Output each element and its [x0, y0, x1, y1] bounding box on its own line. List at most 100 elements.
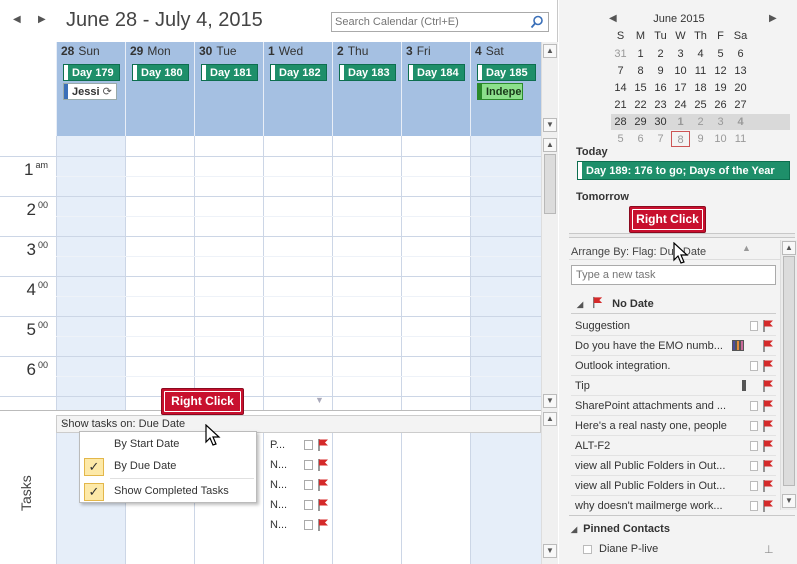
task-day-column[interactable]: [332, 433, 401, 564]
scroll-up-icon[interactable]: ▲: [543, 138, 557, 152]
allday-scrollbar[interactable]: ▲ ▼: [541, 42, 558, 136]
day-column[interactable]: [332, 136, 401, 410]
task-list-item[interactable]: Suggestion: [571, 316, 776, 336]
mini-next-month-icon[interactable]: ▶: [769, 13, 777, 24]
mini-day[interactable]: 25: [691, 97, 710, 113]
sort-ascending-icon[interactable]: ▲: [742, 243, 751, 253]
category-box[interactable]: [750, 441, 758, 451]
mini-week-row[interactable]: 14 15 16 17 18 19 20: [611, 80, 790, 96]
day-header-thu[interactable]: 2 Thu Day 183: [332, 42, 401, 136]
new-task-input[interactable]: [572, 266, 772, 284]
scroll-up-icon[interactable]: ▲: [543, 412, 557, 426]
all-day-event[interactable]: Day 183: [339, 64, 396, 81]
mini-day[interactable]: 4: [731, 114, 750, 130]
all-day-event[interactable]: Day 185: [477, 64, 536, 81]
daily-task-item[interactable]: N...: [270, 457, 336, 473]
task-checkbox[interactable]: [304, 500, 313, 510]
day-header-sat[interactable]: 4 Sat Day 185 Indepe: [470, 42, 541, 136]
new-task-box[interactable]: [571, 265, 776, 285]
tasks-scrollbar[interactable]: ▲ ▼: [541, 410, 558, 564]
mini-day[interactable]: 15: [631, 80, 650, 96]
flag-icon[interactable]: [316, 438, 330, 452]
mini-day[interactable]: 19: [711, 80, 730, 96]
day-column[interactable]: [194, 136, 263, 410]
flag-icon[interactable]: [316, 478, 330, 492]
mini-day[interactable]: 18: [691, 80, 710, 96]
flag-icon[interactable]: [761, 439, 775, 453]
task-checkbox[interactable]: [304, 480, 313, 490]
mini-week-row[interactable]: 31 1 2 3 4 5 6: [611, 46, 790, 62]
mini-day[interactable]: 6: [731, 46, 750, 62]
mini-day[interactable]: 5: [711, 46, 730, 62]
mini-day[interactable]: 11: [691, 63, 710, 79]
mini-day[interactable]: 7: [651, 131, 670, 147]
task-day-column[interactable]: [470, 433, 541, 564]
scroll-thumb[interactable]: [544, 154, 556, 214]
all-day-event-holiday[interactable]: Indepe: [477, 83, 523, 100]
chevron-down-icon[interactable]: ⌄: [61, 417, 536, 428]
task-day-column[interactable]: [401, 433, 470, 564]
pinned-contacts-header[interactable]: ◢ Pinned Contacts: [571, 523, 670, 535]
daily-task-item[interactable]: N...: [270, 517, 336, 533]
mini-day[interactable]: 9: [651, 63, 670, 79]
pin-icon[interactable]: ⊥: [764, 543, 774, 556]
scroll-down-icon[interactable]: ▼: [782, 494, 796, 508]
menu-item-show-completed-tasks[interactable]: ✓ Show Completed Tasks: [80, 481, 256, 503]
contact-checkbox[interactable]: [583, 545, 592, 554]
task-list-item[interactable]: Tip: [571, 376, 776, 396]
all-day-event-recurring[interactable]: Jessi ⟳: [63, 83, 117, 100]
mini-week-row[interactable]: 21 22 23 24 25 26 27: [611, 97, 790, 113]
category-box[interactable]: [750, 501, 758, 511]
collapse-triangle-icon[interactable]: ◢: [577, 300, 583, 309]
more-items-down-icon[interactable]: ▼: [315, 395, 324, 405]
mini-day[interactable]: 3: [671, 46, 690, 62]
flag-icon[interactable]: [761, 479, 775, 493]
mini-day[interactable]: 22: [631, 97, 650, 113]
day-header-wed[interactable]: 1 Wed Day 182: [263, 42, 332, 136]
mini-day[interactable]: 20: [731, 80, 750, 96]
day-column[interactable]: [56, 136, 125, 410]
mini-day[interactable]: 16: [651, 80, 670, 96]
mini-day[interactable]: 10: [671, 63, 690, 79]
day-header-mon[interactable]: 29 Mon Day 180: [125, 42, 194, 136]
day-header-tue[interactable]: 30 Tue Day 181: [194, 42, 263, 136]
search-box[interactable]: [331, 12, 549, 32]
mini-day[interactable]: 6: [631, 131, 650, 147]
task-list-item[interactable]: Do you have the EMO numb...: [571, 336, 776, 356]
mini-day[interactable]: 21: [611, 97, 630, 113]
time-grid[interactable]: 1 am 2 00 3 00 4 00 5 00 6 00 ▼: [0, 136, 542, 410]
scroll-down-icon[interactable]: ▼: [543, 394, 557, 408]
task-list-item[interactable]: view all Public Folders in Out...: [571, 456, 776, 476]
mini-day[interactable]: 3: [711, 114, 730, 130]
mini-day[interactable]: 1: [631, 46, 650, 62]
mini-day[interactable]: 10: [711, 131, 730, 147]
mini-day[interactable]: 2: [691, 114, 710, 130]
day-column[interactable]: [263, 136, 332, 410]
mini-day[interactable]: 29: [631, 114, 650, 130]
category-box[interactable]: [750, 481, 758, 491]
scroll-up-icon[interactable]: ▲: [543, 44, 557, 58]
menu-item-by-start-date[interactable]: By Start Date: [80, 434, 256, 456]
task-list-item[interactable]: why doesn't mailmerge work...: [571, 496, 776, 516]
mini-day[interactable]: 30: [651, 114, 670, 130]
day-header-sun[interactable]: 28 Sun Day 179 Jessi ⟳: [56, 42, 125, 136]
today-event[interactable]: Day 189: 176 to go; Days of the Year: [577, 161, 790, 180]
mini-day[interactable]: 24: [671, 97, 690, 113]
mini-day[interactable]: 9: [691, 131, 710, 147]
time-grid-scrollbar[interactable]: ▲ ▼: [541, 136, 558, 410]
mini-day[interactable]: 28: [611, 114, 630, 130]
menu-item-by-due-date[interactable]: ✓ By Due Date: [80, 456, 256, 478]
pane-divider[interactable]: [569, 233, 795, 238]
search-icon[interactable]: [530, 15, 544, 29]
mini-day[interactable]: 2: [651, 46, 670, 62]
all-day-event[interactable]: Day 179: [63, 64, 120, 81]
mini-day[interactable]: 26: [711, 97, 730, 113]
flag-icon[interactable]: [761, 319, 775, 333]
prev-week-icon[interactable]: ◀: [13, 14, 21, 25]
task-list-item[interactable]: SharePoint attachments and ...: [571, 396, 776, 416]
mini-week-row[interactable]: 28 29 30 1 2 3 4: [611, 114, 790, 130]
task-list-scrollbar[interactable]: ▲ ▼: [780, 240, 797, 510]
mini-day[interactable]: 4: [691, 46, 710, 62]
day-column[interactable]: [125, 136, 194, 410]
mini-day[interactable]: 27: [731, 97, 750, 113]
